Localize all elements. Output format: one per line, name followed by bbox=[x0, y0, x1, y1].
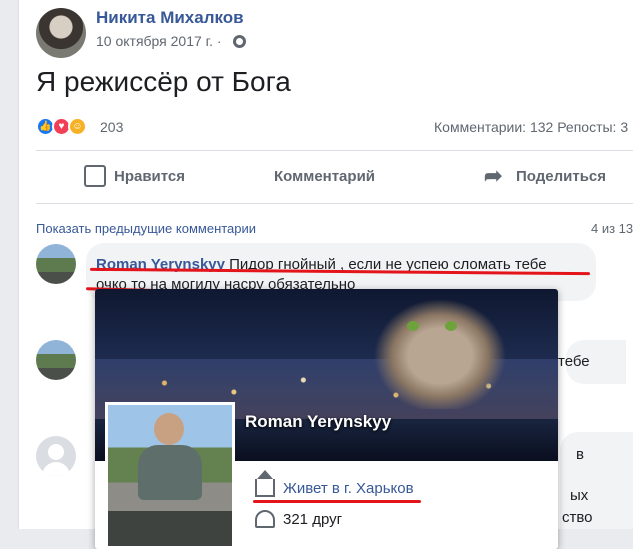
author-avatar[interactable] bbox=[36, 8, 86, 58]
comment-label: Комментарий bbox=[274, 167, 376, 185]
friends-count: 321 друг bbox=[283, 510, 343, 528]
divider bbox=[36, 203, 633, 204]
friends-row: 321 друг bbox=[255, 510, 342, 528]
post-author[interactable]: Никита Михалков bbox=[96, 8, 244, 28]
cat-image bbox=[365, 291, 515, 409]
share-label: Поделиться bbox=[516, 167, 607, 185]
reaction-count[interactable]: 203 bbox=[100, 119, 123, 135]
show-previous-comments[interactable]: Показать предыдущие комментарии bbox=[36, 221, 256, 236]
commenter-avatar[interactable] bbox=[36, 340, 76, 380]
thumb-up-icon bbox=[84, 165, 106, 187]
commenter-avatar[interactable] bbox=[36, 436, 76, 476]
lives-in-text[interactable]: Живет в г. Харьков bbox=[283, 480, 414, 497]
like-button[interactable]: Нравится bbox=[84, 158, 185, 194]
divider bbox=[36, 150, 633, 151]
globe-icon bbox=[233, 35, 246, 48]
post-date[interactable]: 10 октября 2017 г. · bbox=[96, 33, 222, 49]
red-underline bbox=[253, 500, 421, 503]
profile-hover-card: Roman Yerynskyy Живет в г. Харьков 321 д… bbox=[95, 289, 558, 549]
comment-button[interactable]: Комментарий bbox=[274, 158, 382, 423]
post-text: Я режиссёр от Бога bbox=[36, 66, 291, 97]
post-stats[interactable]: Комментарии: 132 Репосты: 3 bbox=[434, 119, 628, 135]
haha-reaction-icon: ☺ bbox=[68, 117, 87, 136]
comment-text: ых bbox=[570, 487, 589, 504]
share-button[interactable]: Поделиться bbox=[484, 158, 606, 194]
hover-profile-name[interactable]: Roman Yerynskyy bbox=[245, 412, 391, 432]
lives-in-row: Живет в г. Харьков bbox=[255, 470, 414, 497]
comment-text: ство bbox=[562, 509, 593, 526]
comment-paging: 4 из 132 bbox=[591, 221, 633, 236]
like-label: Нравится bbox=[114, 167, 186, 185]
home-icon bbox=[255, 470, 275, 497]
comment-text: в bbox=[576, 446, 584, 463]
share-icon bbox=[484, 165, 508, 187]
profile-picture[interactable] bbox=[105, 402, 235, 549]
friends-icon bbox=[255, 510, 275, 528]
comment-text: тебе bbox=[558, 353, 590, 370]
commenter-avatar[interactable] bbox=[36, 244, 76, 284]
